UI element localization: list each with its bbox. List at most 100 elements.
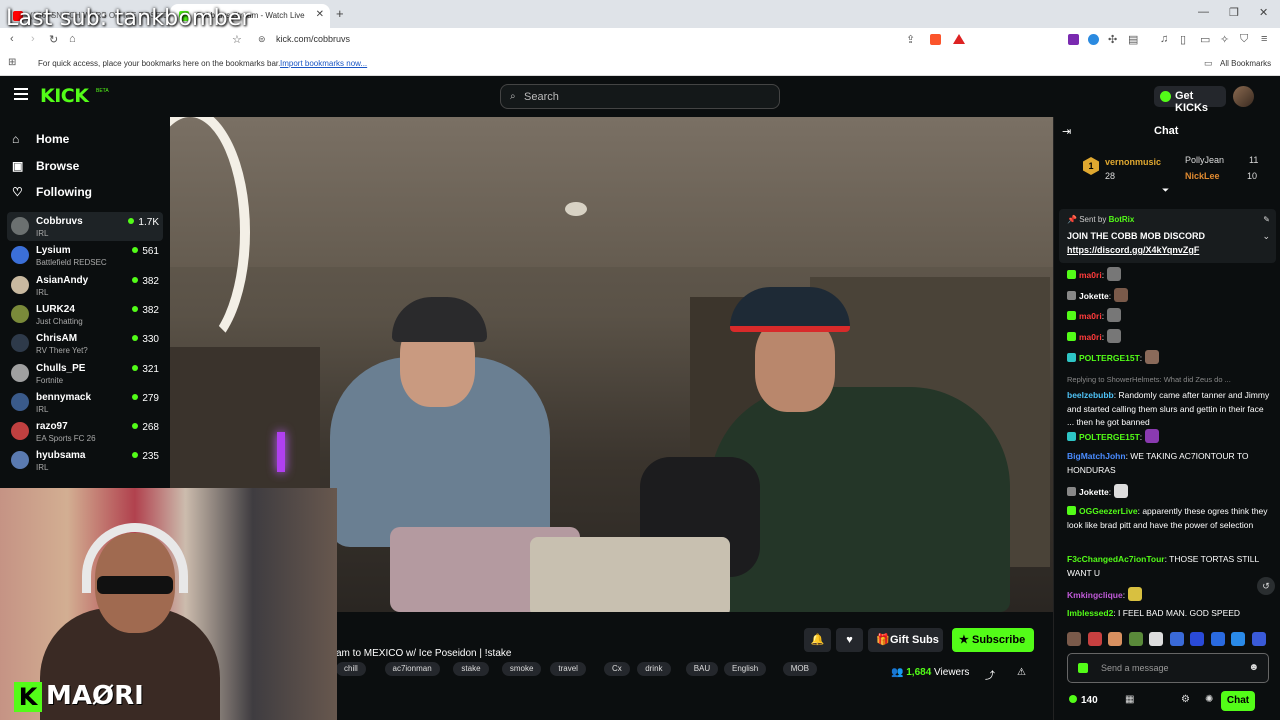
- reload-icon[interactable]: ↻: [49, 33, 58, 46]
- back-icon[interactable]: ‹: [10, 33, 14, 45]
- wallet-icon[interactable]: ▭: [1200, 33, 1210, 46]
- chat-message-input[interactable]: Send a message ☻: [1067, 653, 1269, 683]
- chat-username[interactable]: Jokette: [1079, 291, 1109, 301]
- quick-emote-icon[interactable]: [1087, 632, 1102, 646]
- quick-emote-icon[interactable]: [1210, 632, 1225, 646]
- stream-tag[interactable]: stake: [453, 662, 489, 676]
- gift-subs-button[interactable]: 🎁 Gift Subs: [868, 628, 943, 652]
- menu-icon[interactable]: ≡: [1261, 33, 1267, 45]
- close-window-icon[interactable]: ✕: [1259, 6, 1268, 19]
- stream-tag[interactable]: chill: [336, 662, 366, 676]
- sidebar-channel-lysium[interactable]: Lysium Battlefield REDSEC 561: [7, 241, 163, 270]
- brave-shield-icon[interactable]: [930, 34, 941, 45]
- leader-name-2[interactable]: PollyJean: [1185, 155, 1224, 165]
- quick-emote-icon[interactable]: [1067, 632, 1081, 646]
- all-bookmarks-button[interactable]: All Bookmarks: [1220, 59, 1271, 68]
- chat-emote-icon[interactable]: [1145, 350, 1160, 364]
- media-icon[interactable]: ♫: [1160, 33, 1168, 45]
- search-input[interactable]: ⌕ Search: [500, 84, 780, 109]
- bookmark-star-icon[interactable]: ☆: [232, 33, 242, 46]
- collapse-chat-icon[interactable]: ⇥: [1062, 125, 1071, 138]
- chat-emote-icon[interactable]: [1107, 267, 1122, 281]
- emoji-picker-icon[interactable]: ☻: [1248, 662, 1259, 673]
- quick-emote-icon[interactable]: [1169, 632, 1184, 646]
- expand-leaderboard-icon[interactable]: ⏷: [1162, 185, 1169, 196]
- get-kicks-button[interactable]: Get KICKs: [1154, 86, 1226, 114]
- chat-username[interactable]: ma0ri: [1079, 311, 1102, 321]
- gift-box-icon[interactable]: ▦: [1125, 694, 1134, 705]
- notification-bell-button[interactable]: 🔔: [804, 628, 831, 652]
- kicks-balance[interactable]: 140: [1069, 695, 1098, 706]
- pinned-link[interactable]: https://discord.gg/X4kYqnvZgF: [1067, 245, 1199, 255]
- chevron-down-icon[interactable]: ⌄: [1262, 231, 1270, 242]
- sent-by-user[interactable]: BotRix: [1109, 215, 1135, 224]
- brave-rewards-icon[interactable]: [953, 34, 965, 44]
- quick-emote-icon[interactable]: [1108, 632, 1122, 646]
- chat-identity-icon[interactable]: [1078, 663, 1088, 673]
- leader-name-3[interactable]: NickLee: [1185, 171, 1220, 181]
- sidebar-channel-chulls_pe[interactable]: Chulls_PE Fortnite 321: [7, 359, 163, 388]
- chat-emote-icon[interactable]: [1128, 587, 1143, 601]
- leader-name-1[interactable]: vernonmusic: [1105, 157, 1161, 167]
- follow-heart-button[interactable]: ♥: [836, 628, 863, 652]
- home-icon[interactable]: ⌂: [69, 33, 76, 45]
- site-info-icon[interactable]: ⊜: [258, 34, 266, 45]
- leo-ai-icon[interactable]: ✧: [1220, 33, 1229, 46]
- extension-icon-2[interactable]: [1088, 34, 1099, 45]
- sidebar-channel-razo97[interactable]: razo97 EA Sports FC 26 268: [7, 417, 163, 446]
- quick-emote-icon[interactable]: [1231, 632, 1245, 646]
- chat-username[interactable]: BigMatchJohn: [1067, 451, 1126, 461]
- stream-tag[interactable]: smoke: [501, 662, 542, 676]
- share-icon[interactable]: ⤴: [985, 667, 995, 682]
- chat-emote-icon[interactable]: [1114, 484, 1129, 498]
- chat-username[interactable]: ma0ri: [1079, 332, 1102, 342]
- chat-username[interactable]: beelzebubb: [1067, 390, 1114, 400]
- user-avatar[interactable]: [1233, 86, 1254, 107]
- quick-emote-icon[interactable]: [1128, 632, 1143, 646]
- stream-tag[interactable]: travel: [550, 662, 586, 676]
- chat-username[interactable]: POLTERGE15T: [1079, 432, 1140, 442]
- chat-emote-icon[interactable]: [1107, 329, 1122, 343]
- restore-icon[interactable]: ❐: [1229, 6, 1239, 19]
- sidebar-channel-bennymack[interactable]: bennymack IRL 279: [7, 388, 163, 417]
- chat-username[interactable]: Imblessed2: [1067, 608, 1113, 618]
- chat-emote-icon[interactable]: [1107, 308, 1122, 322]
- chat-badge-icon[interactable]: ✺: [1205, 694, 1213, 705]
- sidebar-item-browse[interactable]: ▣ Browse: [12, 159, 79, 173]
- share-icon[interactable]: ⇪: [906, 33, 915, 46]
- stream-tag[interactable]: BAU: [685, 662, 719, 676]
- sidebar-channel-chrisam[interactable]: ChrisAM RV There Yet? 330: [7, 329, 163, 358]
- sidebar-channel-cobbruvs[interactable]: Cobbruvs IRL 1.7K: [7, 212, 163, 241]
- sidebar-item-home[interactable]: ⌂ Home: [12, 132, 69, 146]
- sidebar-channel-lurk24[interactable]: LURK24 Just Chatting 382: [7, 300, 163, 329]
- minimize-icon[interactable]: —: [1198, 6, 1209, 18]
- import-bookmarks-link[interactable]: Import bookmarks now...: [280, 59, 367, 68]
- stream-tag[interactable]: ac7ionman: [384, 662, 440, 676]
- screenshot-icon[interactable]: ▤: [1128, 33, 1138, 46]
- vpn-icon[interactable]: ⛉: [1240, 33, 1248, 46]
- sidebar-channel-hyubsama[interactable]: hyubsama IRL 235: [7, 446, 163, 475]
- chat-username[interactable]: Jokette: [1079, 487, 1109, 497]
- stream-tag[interactable]: drink: [637, 662, 671, 676]
- chat-username[interactable]: OGGeezerLive: [1079, 506, 1138, 516]
- chat-username[interactable]: F3cChangedAc7ionTour: [1067, 554, 1165, 564]
- sidebar-channel-asianandy[interactable]: AsianAndy IRL 382: [7, 271, 163, 300]
- scroll-to-bottom-icon[interactable]: ↺: [1257, 577, 1275, 595]
- chat-username[interactable]: POLTERGE15T: [1079, 353, 1140, 363]
- close-tab-icon[interactable]: ✕: [316, 9, 324, 20]
- chat-username[interactable]: ma0ri: [1079, 270, 1102, 280]
- hamburger-menu-icon[interactable]: [14, 88, 28, 100]
- quick-emote-icon[interactable]: [1190, 632, 1204, 646]
- quick-emote-icon[interactable]: [1251, 632, 1266, 646]
- sidebar-toggle-icon[interactable]: ▯: [1180, 33, 1186, 46]
- forward-icon[interactable]: ›: [31, 33, 35, 45]
- chat-username[interactable]: Kmkingclique: [1067, 590, 1123, 600]
- new-tab-icon[interactable]: +: [336, 6, 344, 21]
- apps-grid-icon[interactable]: ⊞: [8, 57, 16, 68]
- report-icon[interactable]: ⚠: [1017, 667, 1026, 678]
- unpin-icon[interactable]: ✎: [1263, 215, 1270, 224]
- chat-send-button[interactable]: Chat: [1221, 691, 1255, 711]
- extension-icon-1[interactable]: [1068, 34, 1079, 45]
- stream-tag[interactable]: MOB: [782, 662, 817, 676]
- url-field[interactable]: kick.com/cobbruvs: [276, 34, 350, 44]
